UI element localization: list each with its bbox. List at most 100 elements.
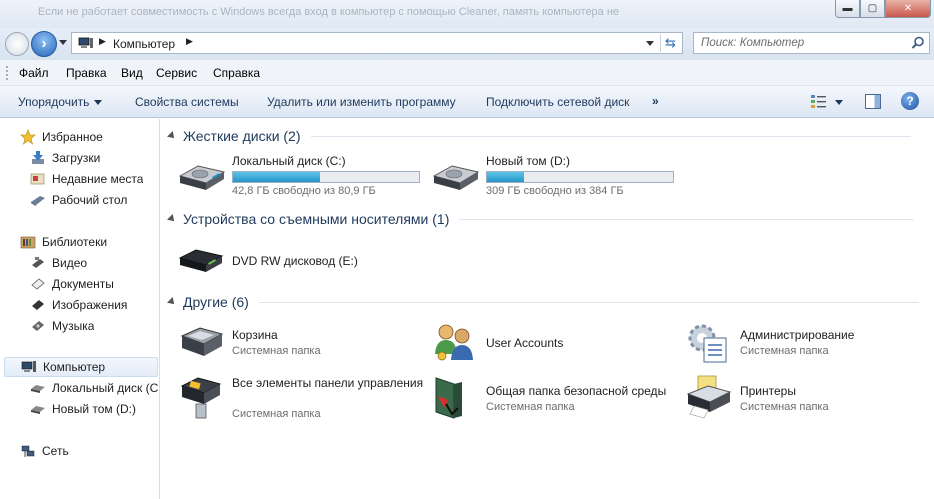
recent-places-icon — [30, 173, 45, 185]
nav-music[interactable]: Музыка — [30, 316, 94, 336]
nav-favorites[interactable]: Избранное — [20, 127, 103, 147]
preview-pane-icon[interactable] — [865, 94, 881, 109]
group-title-hard-drives: Жесткие диски (2) — [183, 128, 301, 144]
item-subtitle: Системная папка — [232, 345, 321, 357]
nav-video[interactable]: Видео — [30, 253, 87, 273]
recycle-bin-item[interactable]: Корзина Системная папка — [178, 320, 428, 364]
title-bar: Если не работает совместимость с Windows… — [0, 0, 934, 28]
nav-downloads-label: Загрузки — [52, 151, 101, 165]
nav-music-label: Музыка — [52, 319, 95, 333]
uninstall-program-button[interactable]: Удалить или изменить программу — [267, 95, 456, 109]
menu-help[interactable]: Справка — [213, 66, 260, 80]
minimize-button[interactable]: ▬ — [835, 0, 860, 18]
maximize-button[interactable]: ▢ — [860, 0, 885, 18]
back-button[interactable] — [5, 32, 29, 56]
refresh-icon[interactable]: ⇆ — [660, 34, 680, 52]
breadcrumb-chevron-icon[interactable]: ▶ — [186, 36, 193, 47]
nav-recent-places[interactable]: Недавние места — [30, 169, 143, 189]
group-header-other[interactable]: Другие (6) — [167, 293, 919, 311]
control-panel-item[interactable]: Все элементы панели управления Системная… — [178, 374, 428, 420]
nav-libraries[interactable]: Библиотеки — [20, 232, 107, 252]
menu-view[interactable]: Вид — [121, 66, 143, 80]
item-name: Корзина — [232, 328, 278, 342]
nav-computer[interactable]: Компьютер — [4, 357, 158, 377]
nav-recent-places-label: Недавние места — [52, 172, 144, 186]
nav-libraries-label: Библиотеки — [42, 235, 108, 249]
drive-item-c[interactable]: Локальный диск (C:) 42,8 ГБ свободно из … — [178, 154, 428, 198]
documents-icon — [31, 278, 45, 290]
view-options-icon[interactable] — [811, 94, 827, 108]
group-header-hard-drives[interactable]: Жесткие диски (2) — [167, 127, 911, 145]
drive-free-space: 309 ГБ свободно из 384 ГБ — [486, 185, 624, 197]
menu-file[interactable]: Файл — [19, 66, 49, 80]
group-header-removable[interactable]: Устройства со съемными носителями (1) — [167, 210, 915, 228]
breadcrumb-computer[interactable]: Компьютер — [113, 37, 175, 51]
organize-button[interactable]: Упорядочить — [18, 95, 103, 109]
hard-drive-icon — [178, 165, 226, 190]
drive-name: Локальный диск (C:) — [232, 154, 346, 168]
printers-item[interactable]: Принтеры Системная папка — [686, 374, 926, 419]
control-panel-icon — [180, 377, 222, 419]
star-icon — [20, 129, 36, 145]
dvd-drive-item[interactable]: DVD RW дисковод (E:) — [178, 240, 428, 284]
command-bar: Упорядочить Свойства системы Удалить или… — [0, 86, 934, 118]
collapse-chevron-icon[interactable] — [167, 297, 177, 307]
user-accounts-item[interactable]: User Accounts — [432, 320, 682, 364]
window-title: Если не работает совместимость с Windows… — [38, 6, 620, 18]
system-properties-button[interactable]: Свойства системы — [135, 95, 239, 109]
recent-pages-dropdown[interactable] — [59, 40, 67, 45]
group-divider — [459, 218, 915, 220]
drive-name: Новый том (D:) — [486, 154, 570, 168]
group-divider — [258, 301, 919, 303]
desktop-icon — [31, 196, 45, 206]
computer-icon — [21, 361, 36, 372]
nav-pictures[interactable]: Изображения — [30, 295, 127, 315]
collapse-chevron-icon[interactable] — [167, 131, 177, 141]
menu-tools[interactable]: Сервис — [156, 66, 197, 80]
address-dropdown-icon[interactable] — [642, 36, 658, 50]
address-row: › ▶ Компьютер ▶ ⇆ Поиск: Компьютер — [0, 28, 934, 60]
nav-local-disk-c[interactable]: Локальный диск (C — [30, 378, 160, 398]
drive-item-d[interactable]: Новый том (D:) 309 ГБ свободно из 384 ГБ — [432, 154, 682, 198]
item-subtitle: Системная папка — [740, 401, 829, 413]
hard-drive-icon — [31, 385, 45, 393]
shared-folder-item[interactable]: Общая папка безопасной среды Системная п… — [432, 374, 682, 419]
music-icon — [32, 321, 44, 331]
more-commands-button[interactable]: » — [652, 94, 659, 108]
nav-pictures-label: Изображения — [52, 298, 128, 312]
administration-item[interactable]: Администрирование Системная папка — [686, 320, 926, 364]
nav-desktop[interactable]: Рабочий стол — [30, 190, 127, 210]
item-name: Общая папка безопасной среды — [486, 384, 667, 398]
dvd-drive-icon — [178, 249, 224, 272]
computer-icon — [78, 37, 93, 48]
collapse-chevron-icon[interactable] — [167, 214, 177, 224]
shared-folder-icon — [435, 377, 462, 419]
breadcrumb-chevron-icon[interactable]: ▶ — [99, 36, 106, 47]
group-title-other: Другие (6) — [183, 294, 249, 310]
nav-new-volume-d[interactable]: Новый том (D:) — [30, 399, 136, 419]
item-subtitle: Системная папка — [740, 345, 829, 357]
menu-bar: Файл Правка Вид Сервис Справка — [0, 60, 934, 86]
item-subtitle: Системная папка — [232, 408, 321, 420]
menu-edit[interactable]: Правка — [66, 66, 107, 80]
nav-documents-label: Документы — [52, 277, 114, 291]
video-icon — [32, 257, 44, 268]
nav-network[interactable]: Сеть — [20, 441, 69, 461]
search-input[interactable]: Поиск: Компьютер — [693, 32, 930, 54]
hard-drive-icon — [31, 406, 45, 414]
downloads-icon — [32, 151, 44, 164]
map-network-drive-button[interactable]: Подключить сетевой диск — [486, 95, 629, 109]
drive-free-space: 42,8 ГБ свободно из 80,9 ГБ — [232, 185, 376, 197]
drive-usage-bar — [232, 171, 420, 183]
forward-button[interactable]: › — [31, 31, 57, 57]
help-icon[interactable]: ? — [901, 92, 919, 110]
view-dropdown-icon[interactable] — [835, 100, 843, 105]
nav-documents[interactable]: Документы — [30, 274, 114, 294]
nav-video-label: Видео — [52, 256, 88, 270]
address-bar[interactable]: ▶ Компьютер ▶ ⇆ — [71, 32, 683, 54]
close-button[interactable]: ✕ — [885, 0, 931, 18]
nav-downloads[interactable]: Загрузки — [30, 148, 100, 168]
drive-usage-fill — [487, 172, 525, 182]
search-icon[interactable] — [911, 36, 925, 50]
item-subtitle: Системная папка — [486, 401, 575, 413]
